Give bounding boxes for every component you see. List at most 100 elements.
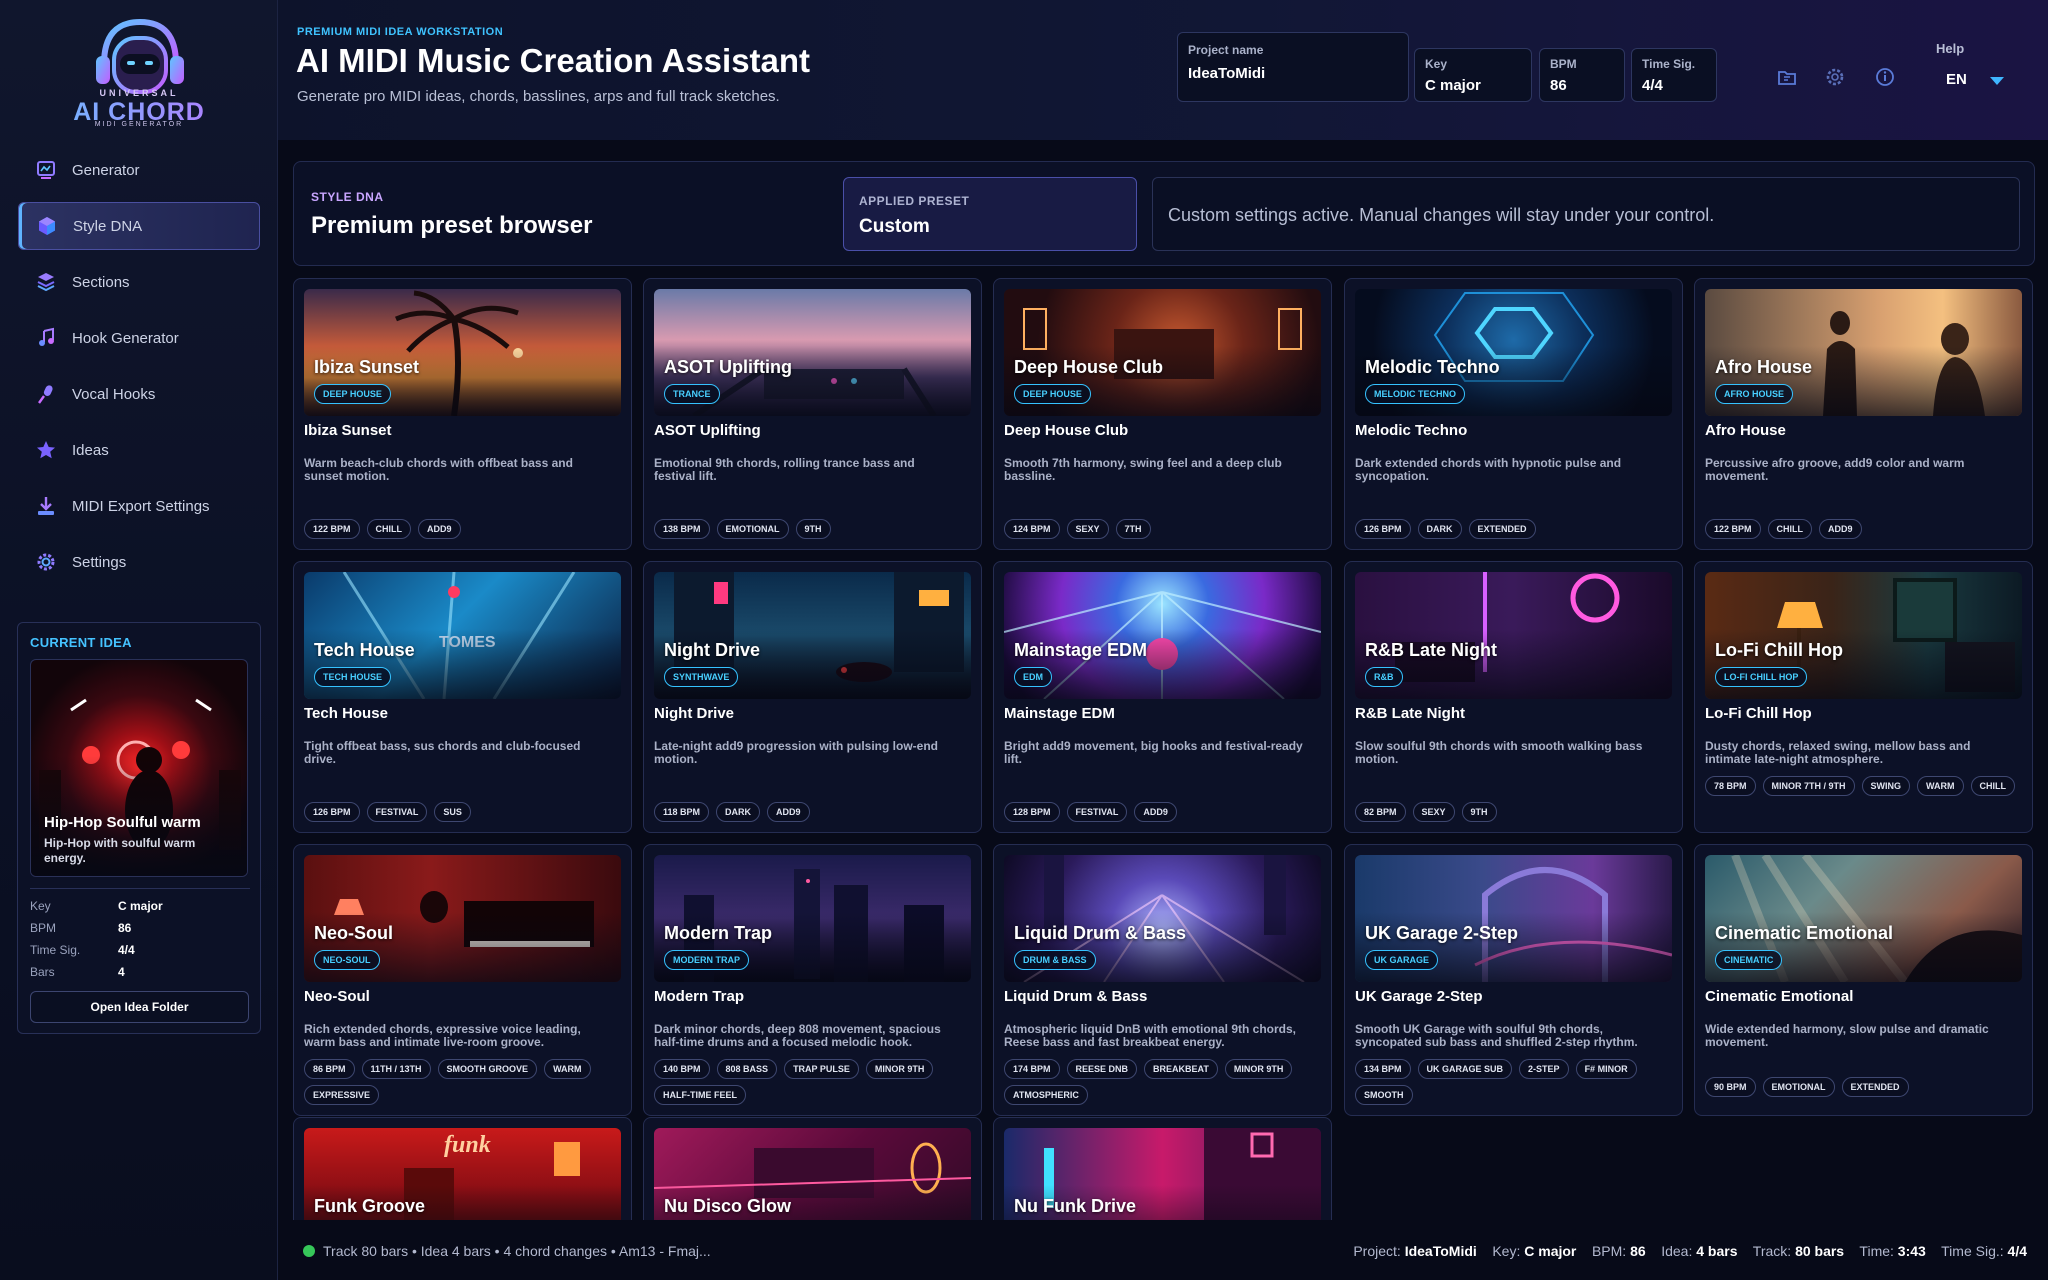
sidebar-item-generator[interactable]: Generator: [18, 146, 260, 194]
folder-icon[interactable]: [1776, 66, 1798, 88]
preset-card-night-drive[interactable]: Night Drive SYNTHWAVE Night Drive Late-n…: [643, 561, 982, 833]
preset-thumb-title: Ibiza Sunset: [314, 357, 420, 377]
preset-tag: SEXY: [1412, 802, 1455, 822]
status-idea-value: 4 bars: [1696, 1243, 1738, 1259]
status-key-label: Key:: [1492, 1243, 1521, 1259]
preset-card-tech-house[interactable]: TOMES Tech House TECH HOUSE Tech House T…: [293, 561, 632, 833]
preset-tags: 140 BPM 808 BASS TRAP PULSE MINOR 9TH HA…: [654, 1059, 974, 1105]
bars-label: Bars: [30, 965, 55, 979]
preset-tag: 126 BPM: [1355, 519, 1411, 539]
sidebar-item-sections[interactable]: Sections: [18, 258, 260, 306]
preset-thumbnail: Neo-Soul NEO-SOUL: [304, 855, 621, 982]
gear-icon: [35, 551, 57, 573]
bpm-value: 86: [118, 921, 132, 935]
preset-tag: SEXY: [1066, 519, 1109, 539]
preset-tag: ADD9: [1134, 802, 1177, 822]
preset-tag: 140 BPM: [654, 1059, 710, 1079]
preset-card-melodic-techno[interactable]: Melodic Techno MELODIC TECHNO Melodic Te…: [1344, 278, 1683, 550]
preset-thumbnail: Modern Trap MODERN TRAP: [654, 855, 971, 982]
bpm-field[interactable]: BPM 86: [1539, 48, 1625, 102]
sidebar-item-ideas[interactable]: Ideas: [18, 426, 260, 474]
language-select[interactable]: EN: [1946, 71, 1967, 88]
preset-card-afro-house[interactable]: Afro House AFRO HOUSE Afro House Percuss…: [1694, 278, 2033, 550]
preset-card-uk-garage-2-step[interactable]: UK Garage 2-Step UK GARAGE UK Garage 2-S…: [1344, 844, 1683, 1116]
status-time-label: Time:: [1859, 1243, 1894, 1259]
bpm-label: BPM: [30, 921, 57, 935]
preset-card-liquid-drum-bass[interactable]: Liquid Drum & Bass DRUM & BASS Liquid Dr…: [993, 844, 1332, 1116]
preset-card-funk-groove[interactable]: funk Funk Groove: [293, 1117, 632, 1220]
preset-tags: 134 BPM UK GARAGE SUB 2-STEP F# MINOR SM…: [1355, 1059, 1675, 1105]
page-subtitle: Generate pro MIDI ideas, chords, basslin…: [297, 88, 780, 105]
preset-card-deep-house-club[interactable]: Deep House Club DEEP HOUSE Deep House Cl…: [993, 278, 1332, 550]
sidebar-item-vocal-hooks[interactable]: Vocal Hooks: [18, 370, 260, 418]
preset-tag: FESTIVAL: [366, 802, 428, 822]
sidebar-item-label: Sections: [72, 273, 130, 291]
preset-thumb-title: Deep House Club: [1014, 357, 1164, 377]
preset-genre-badge: TECH HOUSE: [314, 667, 392, 687]
sidebar-item-settings[interactable]: Settings: [18, 538, 260, 586]
preset-tag: DARK: [1417, 519, 1462, 539]
preset-card-mainstage-edm[interactable]: Mainstage EDM EDM Mainstage EDM Bright a…: [993, 561, 1332, 833]
info-icon[interactable]: [1874, 66, 1896, 88]
timesig-field[interactable]: Time Sig. 4/4: [1631, 48, 1717, 102]
preset-description: Wide extended harmony, slow pulse and dr…: [1705, 1022, 1989, 1049]
preset-tag: BREAKBEAT: [1144, 1059, 1218, 1079]
preset-name: Cinematic Emotional: [1705, 988, 1854, 1005]
preset-card-rnb-late-night[interactable]: R&B Late Night R&B R&B Late Night Slow s…: [1344, 561, 1683, 833]
style-dna-bar: STYLE DNA Premium preset browser APPLIED…: [293, 161, 2035, 266]
preset-tag: DARK: [716, 802, 761, 822]
preset-card-modern-trap[interactable]: Modern Trap MODERN TRAP Modern Trap Dark…: [643, 844, 982, 1116]
preset-tag: WARM: [544, 1059, 591, 1079]
preset-tag: SMOOTH: [1355, 1085, 1413, 1105]
preset-card-lofi-chill-hop[interactable]: Lo-Fi Chill Hop LO-FI CHILL HOP Lo-Fi Ch…: [1694, 561, 2033, 833]
preset-tags: 86 BPM 11TH / 13TH SMOOTH GROOVE WARM EX…: [304, 1059, 624, 1105]
sidebar-nav: Generator Style DNA Sections Hook Genera…: [18, 146, 260, 594]
preset-thumb-title: Liquid Drum & Bass: [1014, 923, 1187, 943]
sidebar-item-label: Vocal Hooks: [72, 385, 156, 403]
chevron-down-icon[interactable]: [1990, 77, 2004, 85]
preset-tag: 82 BPM: [1355, 802, 1406, 822]
current-idea-card[interactable]: Hip-Hop Soulful warm Hip-Hop with soulfu…: [30, 659, 248, 877]
current-idea-title: CURRENT IDEA: [30, 635, 132, 650]
sidebar-item-style-dna[interactable]: Style DNA: [18, 202, 260, 250]
style-dna-icon: [36, 215, 58, 237]
preset-genre-badge: R&B: [1365, 667, 1403, 687]
preset-description: Dusty chords, relaxed swing, mellow bass…: [1705, 739, 1971, 766]
preset-tag: MINOR 7TH / 9TH: [1762, 776, 1855, 796]
preset-tags: 126 BPM FESTIVAL SUS: [304, 802, 624, 822]
preset-thumbnail: Mainstage EDM EDM: [1004, 572, 1321, 699]
sidebar-item-label: Ideas: [72, 441, 109, 459]
key-field[interactable]: Key C major: [1414, 48, 1532, 102]
sidebar-item-hook-generator[interactable]: Hook Generator: [18, 314, 260, 362]
preset-genre-badge: DEEP HOUSE: [314, 384, 391, 404]
preset-thumbnail: TOMES Tech House TECH HOUSE: [304, 572, 621, 699]
timesig-value: 4/4: [1642, 77, 1663, 94]
preset-card-nu-funk-drive[interactable]: Nu Funk Drive: [993, 1117, 1332, 1220]
preset-tag: 9TH: [795, 519, 831, 539]
preset-genre-badge: LO-FI CHILL HOP: [1715, 667, 1808, 687]
applied-preset-box[interactable]: APPLIED PRESET Custom: [843, 177, 1137, 251]
project-name-field[interactable]: Project name IdeaToMidi: [1177, 32, 1409, 102]
preset-tag: F# MINOR: [1575, 1059, 1637, 1079]
preset-tag: REESE DNB: [1066, 1059, 1138, 1079]
preset-grid: Ibiza Sunset DEEP HOUSE Ibiza Sunset War…: [293, 278, 2035, 1220]
sidebar-item-midi-export-settings[interactable]: MIDI Export Settings: [18, 482, 260, 530]
help-link[interactable]: Help: [1936, 41, 1964, 56]
music-note-icon: [35, 327, 57, 349]
preset-name: Night Drive: [654, 705, 735, 722]
preset-tags: 128 BPM FESTIVAL ADD9: [1004, 802, 1324, 822]
status-timesig-label: Time Sig.:: [1941, 1243, 2004, 1259]
preset-card-ibiza-sunset[interactable]: Ibiza Sunset DEEP HOUSE Ibiza Sunset War…: [293, 278, 632, 550]
preset-card-cinematic-emotional[interactable]: Cinematic Emotional CINEMATIC Cinematic …: [1694, 844, 2033, 1116]
preset-card-asot-uplifting[interactable]: ASOT Uplifting TRANCE ASOT Uplifting Emo…: [643, 278, 982, 550]
preset-card-nu-disco-glow[interactable]: Nu Disco Glow: [643, 1117, 982, 1220]
preset-genre-badge: UK GARAGE: [1365, 950, 1439, 970]
preset-tag: EXPRESSIVE: [304, 1085, 380, 1105]
preset-thumbnail: ASOT Uplifting TRANCE: [654, 289, 971, 416]
gear-icon[interactable]: [1824, 66, 1846, 88]
preset-tags: 78 BPM MINOR 7TH / 9TH SWING WARM CHILL: [1705, 776, 2025, 796]
preset-tag: 118 BPM: [654, 802, 710, 822]
preset-tags: 126 BPM DARK EXTENDED: [1355, 519, 1675, 539]
open-idea-folder-button[interactable]: Open Idea Folder: [30, 991, 249, 1023]
preset-card-neo-soul[interactable]: Neo-Soul NEO-SOUL Neo-Soul Rich extended…: [293, 844, 632, 1116]
